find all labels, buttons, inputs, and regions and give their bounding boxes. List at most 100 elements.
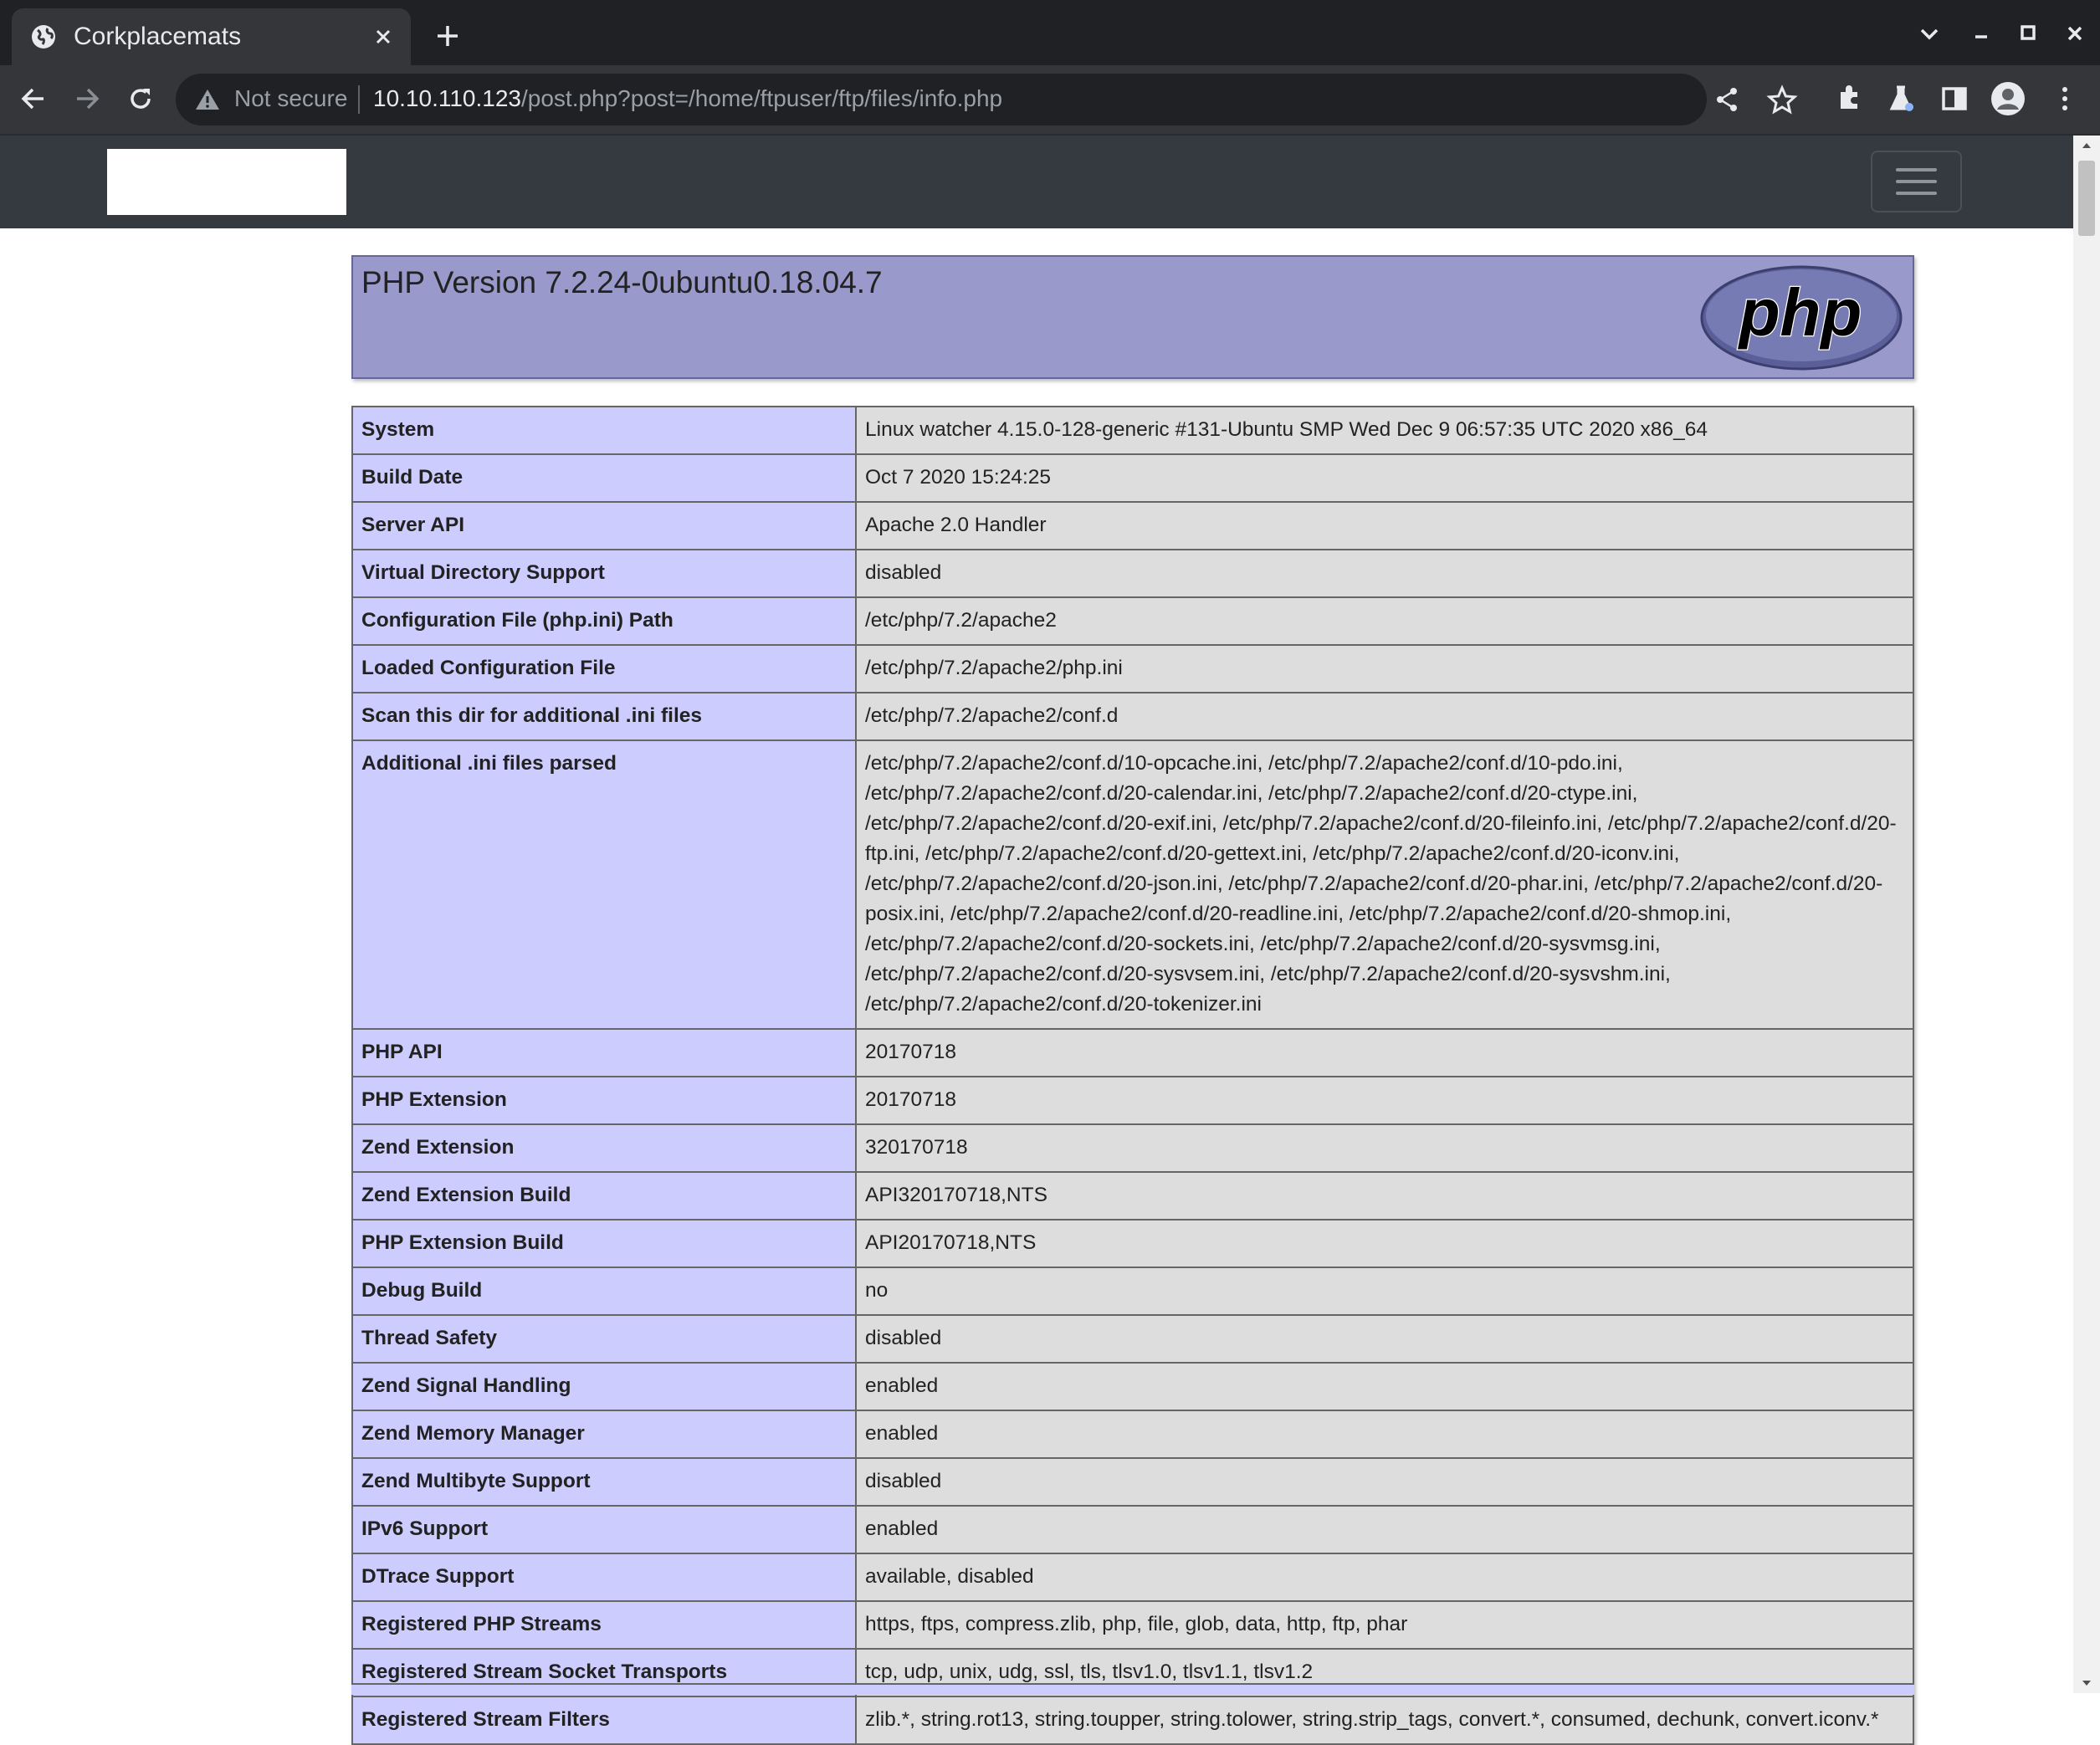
- table-row: Loaded Configuration File/etc/php/7.2/ap…: [351, 644, 1914, 693]
- table-row: Zend Multibyte Support disabled: [351, 1457, 1914, 1507]
- row-value: no: [855, 1267, 1914, 1316]
- omnibox-separator: [358, 85, 360, 114]
- row-key: PHP Extension: [351, 1076, 857, 1125]
- row-value: 20170718: [855, 1076, 1914, 1125]
- table-row: Zend Memory Manager enabled: [351, 1410, 1914, 1459]
- hamburger-line: [1896, 180, 1937, 183]
- table-row: Scan this dir for additional .ini files /…: [351, 692, 1914, 741]
- labs-icon[interactable]: [1884, 82, 1918, 115]
- navbar-toggle-button[interactable]: [1871, 151, 1962, 212]
- page-scrollbar[interactable]: [2073, 136, 2100, 1693]
- browser-tab[interactable]: Corkplacemats: [12, 8, 411, 65]
- row-key: Zend Extension Build: [351, 1171, 857, 1220]
- url-text[interactable]: 10.10.110.123/post.php?post=/home/ftpuse…: [373, 85, 1002, 112]
- row-value: /etc/php/7.2/apache2: [855, 596, 1914, 646]
- minimize-icon[interactable]: [1964, 17, 1998, 50]
- maximize-icon[interactable]: [2011, 17, 2045, 50]
- php-info-table: System Linux watcher 4.15.0-128-generic #…: [351, 406, 1914, 1745]
- menu-icon[interactable]: [2048, 82, 2082, 115]
- row-key: Build Date: [351, 453, 857, 503]
- table-row: Virtual Directory Support disabled: [351, 549, 1914, 598]
- browser-tabstrip: Corkplacemats: [0, 0, 2100, 65]
- table-row: Additional .ini files parsed/etc/php/7.2…: [351, 739, 1914, 1030]
- row-value: disabled: [855, 1457, 1914, 1507]
- table-row: IPv6 Support enabled: [351, 1505, 1914, 1554]
- url-path: /post.php?post=/home/ftpuser/ftp/files/i…: [520, 85, 1003, 111]
- back-icon[interactable]: [17, 82, 50, 115]
- browser-toolbar: Not secure 10.10.110.123/post.php?post=/…: [0, 65, 2100, 136]
- row-key: DTrace Support: [351, 1553, 857, 1602]
- table-row: Registered Stream Filters zlib.*, string.…: [351, 1696, 1914, 1745]
- url-host: 10.10.110.123: [373, 85, 521, 111]
- row-key: Registered PHP Streams: [351, 1600, 857, 1650]
- row-value: Apache 2.0 Handler: [855, 501, 1914, 550]
- row-key: Virtual Directory Support: [351, 549, 857, 598]
- row-value: enabled: [855, 1505, 1914, 1554]
- row-key: Debug Build: [351, 1267, 857, 1316]
- table-row: PHP Extension 20170718: [351, 1076, 1914, 1125]
- hamburger-line: [1896, 192, 1937, 195]
- row-key: PHP Extension Build: [351, 1219, 857, 1268]
- table-row: Zend Signal Handling enabled: [351, 1362, 1914, 1411]
- row-value: API320170718,NTS: [855, 1171, 1914, 1220]
- php-version-header: PHP Version 7.2.24-0ubuntu0.18.04.7 php: [351, 255, 1914, 379]
- chevron-down-icon[interactable]: [1913, 17, 1946, 50]
- table-row: DTrace Support available, disabled: [351, 1553, 1914, 1602]
- row-key: Scan this dir for additional .ini files: [351, 692, 857, 741]
- side-panel-icon[interactable]: [1938, 82, 1971, 115]
- row-key: Thread Safety: [351, 1314, 857, 1364]
- row-value: /etc/php/7.2/apache2/conf.d: [855, 692, 1914, 741]
- row-value: zlib.*, string.rot13, string.toupper, st…: [855, 1696, 1914, 1745]
- share-icon[interactable]: [1712, 84, 1744, 115]
- site-brand-logo[interactable]: [107, 149, 346, 215]
- window-close-icon[interactable]: [2058, 17, 2092, 50]
- site-navbar: [0, 136, 2073, 228]
- row-value: 320170718: [855, 1123, 1914, 1173]
- row-key: Server API: [351, 501, 857, 550]
- table-row: Debug Build no: [351, 1267, 1914, 1316]
- scroll-thumb[interactable]: [2078, 161, 2095, 236]
- table-row: Configuration File (php.ini) Path/etc/ph…: [351, 596, 1914, 646]
- warning-icon[interactable]: [194, 86, 221, 113]
- row-value: Oct 7 2020 15:24:25: [855, 453, 1914, 503]
- reload-icon[interactable]: [124, 82, 157, 115]
- row-key: Configuration File (php.ini) Path: [351, 596, 857, 646]
- row-value: Linux watcher 4.15.0-128-generic #131-Ub…: [855, 406, 1914, 455]
- row-value: disabled: [855, 1314, 1914, 1364]
- forward-icon[interactable]: [70, 82, 104, 115]
- row-key: System: [351, 406, 857, 455]
- row-value: disabled: [855, 549, 1914, 598]
- table-row: Zend Extension Build API320170718,NTS: [351, 1171, 1914, 1220]
- row-key: IPv6 Support: [351, 1505, 857, 1554]
- close-icon[interactable]: [371, 24, 396, 49]
- star-icon[interactable]: [1765, 84, 1799, 117]
- row-value: /etc/php/7.2/apache2/php.ini: [855, 644, 1914, 693]
- tab-title: Corkplacemats: [74, 23, 242, 50]
- row-key: Zend Extension: [351, 1123, 857, 1173]
- address-bar[interactable]: Not secure 10.10.110.123/post.php?post=/…: [176, 74, 1737, 125]
- row-value: API20170718,NTS: [855, 1219, 1914, 1268]
- security-label[interactable]: Not secure: [234, 85, 347, 112]
- row-key: Zend Multibyte Support: [351, 1457, 857, 1507]
- table-row: Thread Safety disabled: [351, 1314, 1914, 1364]
- profile-icon[interactable]: [1990, 80, 2026, 117]
- row-value: https, ftps, compress.zlib, php, file, g…: [855, 1600, 1914, 1650]
- row-key: Zend Memory Manager: [351, 1410, 857, 1459]
- php-logo-icon[interactable]: php: [1698, 264, 1904, 372]
- table-row: PHP Extension Build API20170718,NTS: [351, 1219, 1914, 1268]
- php-info-table-body: System Linux watcher 4.15.0-128-generic #…: [351, 406, 1914, 1745]
- php-version-title: PHP Version 7.2.24-0ubuntu0.18.04.7: [361, 265, 883, 299]
- table-row: Server API Apache 2.0 Handler: [351, 501, 1914, 550]
- hamburger-line: [1896, 168, 1937, 171]
- row-value: available, disabled: [855, 1553, 1914, 1602]
- row-value: enabled: [855, 1410, 1914, 1459]
- row-key: Registered Stream Filters: [351, 1696, 857, 1745]
- globe-icon: [32, 25, 55, 49]
- row-key: Additional .ini files parsed: [351, 739, 857, 1030]
- scroll-down-arrow-icon[interactable]: [2080, 1676, 2093, 1690]
- row-key: Zend Signal Handling: [351, 1362, 857, 1411]
- scroll-up-arrow-icon[interactable]: [2080, 139, 2093, 152]
- extensions-icon[interactable]: [1832, 82, 1866, 115]
- table-row: Build Date Oct 7 2020 15:24:25: [351, 453, 1914, 503]
- plus-icon[interactable]: [433, 22, 462, 50]
